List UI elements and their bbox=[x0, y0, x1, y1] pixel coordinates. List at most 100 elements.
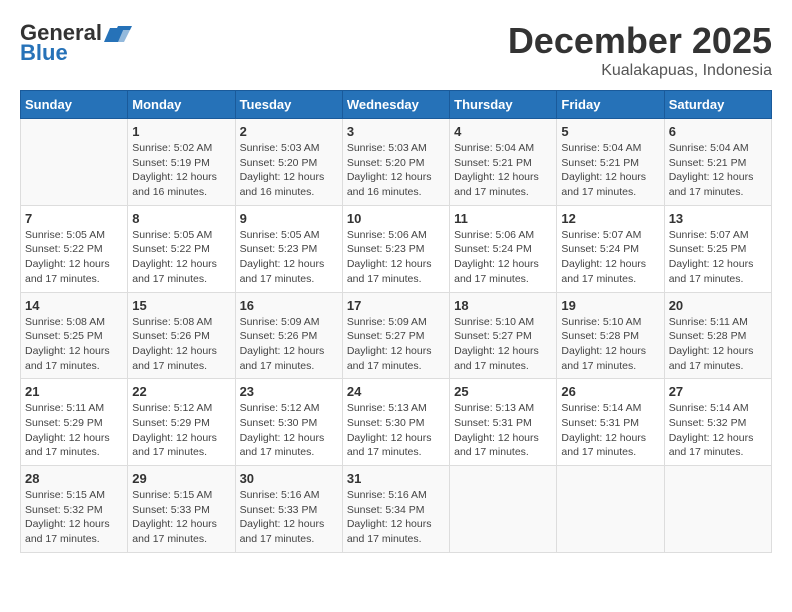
calendar-day-4: 4 Sunrise: 5:04 AM Sunset: 5:21 PM Daylig… bbox=[450, 119, 557, 206]
calendar-empty-cell bbox=[557, 466, 664, 553]
day-info: Sunrise: 5:08 AM Sunset: 5:26 PM Dayligh… bbox=[132, 315, 230, 374]
calendar-day-19: 19 Sunrise: 5:10 AM Sunset: 5:28 PM Dayli… bbox=[557, 292, 664, 379]
day-number: 19 bbox=[561, 298, 659, 313]
day-info: Sunrise: 5:06 AM Sunset: 5:23 PM Dayligh… bbox=[347, 228, 445, 287]
calendar-day-21: 21 Sunrise: 5:11 AM Sunset: 5:29 PM Dayli… bbox=[21, 379, 128, 466]
logo-icon bbox=[104, 22, 132, 44]
day-number: 6 bbox=[669, 124, 767, 139]
calendar-empty-cell bbox=[450, 466, 557, 553]
day-number: 10 bbox=[347, 211, 445, 226]
day-info: Sunrise: 5:15 AM Sunset: 5:32 PM Dayligh… bbox=[25, 488, 123, 547]
day-info: Sunrise: 5:14 AM Sunset: 5:31 PM Dayligh… bbox=[561, 401, 659, 460]
month-year-title: December 2025 bbox=[508, 20, 772, 62]
calendar-day-26: 26 Sunrise: 5:14 AM Sunset: 5:31 PM Dayli… bbox=[557, 379, 664, 466]
day-info: Sunrise: 5:09 AM Sunset: 5:27 PM Dayligh… bbox=[347, 315, 445, 374]
calendar-day-11: 11 Sunrise: 5:06 AM Sunset: 5:24 PM Dayli… bbox=[450, 205, 557, 292]
day-number: 20 bbox=[669, 298, 767, 313]
day-number: 14 bbox=[25, 298, 123, 313]
day-number: 3 bbox=[347, 124, 445, 139]
day-number: 15 bbox=[132, 298, 230, 313]
day-number: 29 bbox=[132, 471, 230, 486]
header-friday: Friday bbox=[557, 91, 664, 119]
day-info: Sunrise: 5:04 AM Sunset: 5:21 PM Dayligh… bbox=[561, 141, 659, 200]
day-number: 28 bbox=[25, 471, 123, 486]
day-info: Sunrise: 5:16 AM Sunset: 5:34 PM Dayligh… bbox=[347, 488, 445, 547]
header-saturday: Saturday bbox=[664, 91, 771, 119]
day-info: Sunrise: 5:05 AM Sunset: 5:22 PM Dayligh… bbox=[25, 228, 123, 287]
page-header: General Blue December 2025 Kualakapuas, … bbox=[20, 20, 772, 80]
calendar-day-2: 2 Sunrise: 5:03 AM Sunset: 5:20 PM Daylig… bbox=[235, 119, 342, 206]
header-thursday: Thursday bbox=[450, 91, 557, 119]
day-info: Sunrise: 5:02 AM Sunset: 5:19 PM Dayligh… bbox=[132, 141, 230, 200]
day-number: 4 bbox=[454, 124, 552, 139]
day-info: Sunrise: 5:16 AM Sunset: 5:33 PM Dayligh… bbox=[240, 488, 338, 547]
day-info: Sunrise: 5:08 AM Sunset: 5:25 PM Dayligh… bbox=[25, 315, 123, 374]
calendar-day-25: 25Sunrise: 5:13 AM Sunset: 5:31 PM Dayli… bbox=[450, 379, 557, 466]
day-info: Sunrise: 5:15 AM Sunset: 5:33 PM Dayligh… bbox=[132, 488, 230, 547]
day-number: 17 bbox=[347, 298, 445, 313]
header-tuesday: Tuesday bbox=[235, 91, 342, 119]
calendar-day-5: 5 Sunrise: 5:04 AM Sunset: 5:21 PM Daylig… bbox=[557, 119, 664, 206]
day-number: 22 bbox=[132, 384, 230, 399]
day-info: Sunrise: 5:04 AM Sunset: 5:21 PM Dayligh… bbox=[454, 141, 552, 200]
header-sunday: Sunday bbox=[21, 91, 128, 119]
logo: General Blue bbox=[20, 20, 132, 66]
day-info: Sunrise: 5:12 AM Sunset: 5:30 PM Dayligh… bbox=[240, 401, 338, 460]
day-number: 5 bbox=[561, 124, 659, 139]
calendar-day-20: 20 Sunrise: 5:11 AM Sunset: 5:28 PM Dayli… bbox=[664, 292, 771, 379]
day-number: 26 bbox=[561, 384, 659, 399]
day-number: 13 bbox=[669, 211, 767, 226]
day-info: Sunrise: 5:07 AM Sunset: 5:25 PM Dayligh… bbox=[669, 228, 767, 287]
calendar-day-3: 3 Sunrise: 5:03 AM Sunset: 5:20 PM Daylig… bbox=[342, 119, 449, 206]
day-info: Sunrise: 5:03 AM Sunset: 5:20 PM Dayligh… bbox=[240, 141, 338, 200]
day-info: Sunrise: 5:11 AM Sunset: 5:29 PM Dayligh… bbox=[25, 401, 123, 460]
day-number: 9 bbox=[240, 211, 338, 226]
logo-text-blue: Blue bbox=[20, 40, 68, 66]
calendar-day-18: 18Sunrise: 5:10 AM Sunset: 5:27 PM Dayli… bbox=[450, 292, 557, 379]
day-info: Sunrise: 5:11 AM Sunset: 5:28 PM Dayligh… bbox=[669, 315, 767, 374]
calendar-day-15: 15 Sunrise: 5:08 AM Sunset: 5:26 PM Dayli… bbox=[128, 292, 235, 379]
day-number: 2 bbox=[240, 124, 338, 139]
calendar-day-14: 14 Sunrise: 5:08 AM Sunset: 5:25 PM Dayli… bbox=[21, 292, 128, 379]
calendar-day-12: 12Sunrise: 5:07 AM Sunset: 5:24 PM Dayli… bbox=[557, 205, 664, 292]
calendar-day-8: 8Sunrise: 5:05 AM Sunset: 5:22 PM Daylig… bbox=[128, 205, 235, 292]
calendar-day-29: 29 Sunrise: 5:15 AM Sunset: 5:33 PM Dayli… bbox=[128, 466, 235, 553]
calendar-week-row: 28 Sunrise: 5:15 AM Sunset: 5:32 PM Dayli… bbox=[21, 466, 772, 553]
calendar-day-28: 28 Sunrise: 5:15 AM Sunset: 5:32 PM Dayli… bbox=[21, 466, 128, 553]
day-info: Sunrise: 5:06 AM Sunset: 5:24 PM Dayligh… bbox=[454, 228, 552, 287]
calendar-day-31: 31Sunrise: 5:16 AM Sunset: 5:34 PM Dayli… bbox=[342, 466, 449, 553]
day-number: 18 bbox=[454, 298, 552, 313]
calendar-day-30: 30 Sunrise: 5:16 AM Sunset: 5:33 PM Dayli… bbox=[235, 466, 342, 553]
day-info: Sunrise: 5:13 AM Sunset: 5:31 PM Dayligh… bbox=[454, 401, 552, 460]
calendar-day-10: 10 Sunrise: 5:06 AM Sunset: 5:23 PM Dayli… bbox=[342, 205, 449, 292]
calendar-table: SundayMondayTuesdayWednesdayThursdayFrid… bbox=[20, 90, 772, 553]
day-number: 16 bbox=[240, 298, 338, 313]
header-monday: Monday bbox=[128, 91, 235, 119]
calendar-day-7: 7 Sunrise: 5:05 AM Sunset: 5:22 PM Daylig… bbox=[21, 205, 128, 292]
day-number: 30 bbox=[240, 471, 338, 486]
calendar-day-16: 16 Sunrise: 5:09 AM Sunset: 5:26 PM Dayli… bbox=[235, 292, 342, 379]
day-number: 24 bbox=[347, 384, 445, 399]
day-info: Sunrise: 5:14 AM Sunset: 5:32 PM Dayligh… bbox=[669, 401, 767, 460]
day-info: Sunrise: 5:13 AM Sunset: 5:30 PM Dayligh… bbox=[347, 401, 445, 460]
calendar-day-13: 13 Sunrise: 5:07 AM Sunset: 5:25 PM Dayli… bbox=[664, 205, 771, 292]
calendar-week-row: 7 Sunrise: 5:05 AM Sunset: 5:22 PM Daylig… bbox=[21, 205, 772, 292]
day-info: Sunrise: 5:05 AM Sunset: 5:22 PM Dayligh… bbox=[132, 228, 230, 287]
title-block: December 2025 Kualakapuas, Indonesia bbox=[508, 20, 772, 80]
day-info: Sunrise: 5:03 AM Sunset: 5:20 PM Dayligh… bbox=[347, 141, 445, 200]
day-number: 7 bbox=[25, 211, 123, 226]
day-info: Sunrise: 5:05 AM Sunset: 5:23 PM Dayligh… bbox=[240, 228, 338, 287]
day-info: Sunrise: 5:09 AM Sunset: 5:26 PM Dayligh… bbox=[240, 315, 338, 374]
calendar-empty-cell bbox=[664, 466, 771, 553]
location-subtitle: Kualakapuas, Indonesia bbox=[508, 62, 772, 80]
day-number: 12 bbox=[561, 211, 659, 226]
calendar-week-row: 1 Sunrise: 5:02 AM Sunset: 5:19 PM Daylig… bbox=[21, 119, 772, 206]
calendar-empty-cell bbox=[21, 119, 128, 206]
day-number: 21 bbox=[25, 384, 123, 399]
calendar-day-6: 6Sunrise: 5:04 AM Sunset: 5:21 PM Daylig… bbox=[664, 119, 771, 206]
day-info: Sunrise: 5:12 AM Sunset: 5:29 PM Dayligh… bbox=[132, 401, 230, 460]
day-number: 1 bbox=[132, 124, 230, 139]
day-number: 27 bbox=[669, 384, 767, 399]
day-number: 11 bbox=[454, 211, 552, 226]
day-info: Sunrise: 5:10 AM Sunset: 5:28 PM Dayligh… bbox=[561, 315, 659, 374]
